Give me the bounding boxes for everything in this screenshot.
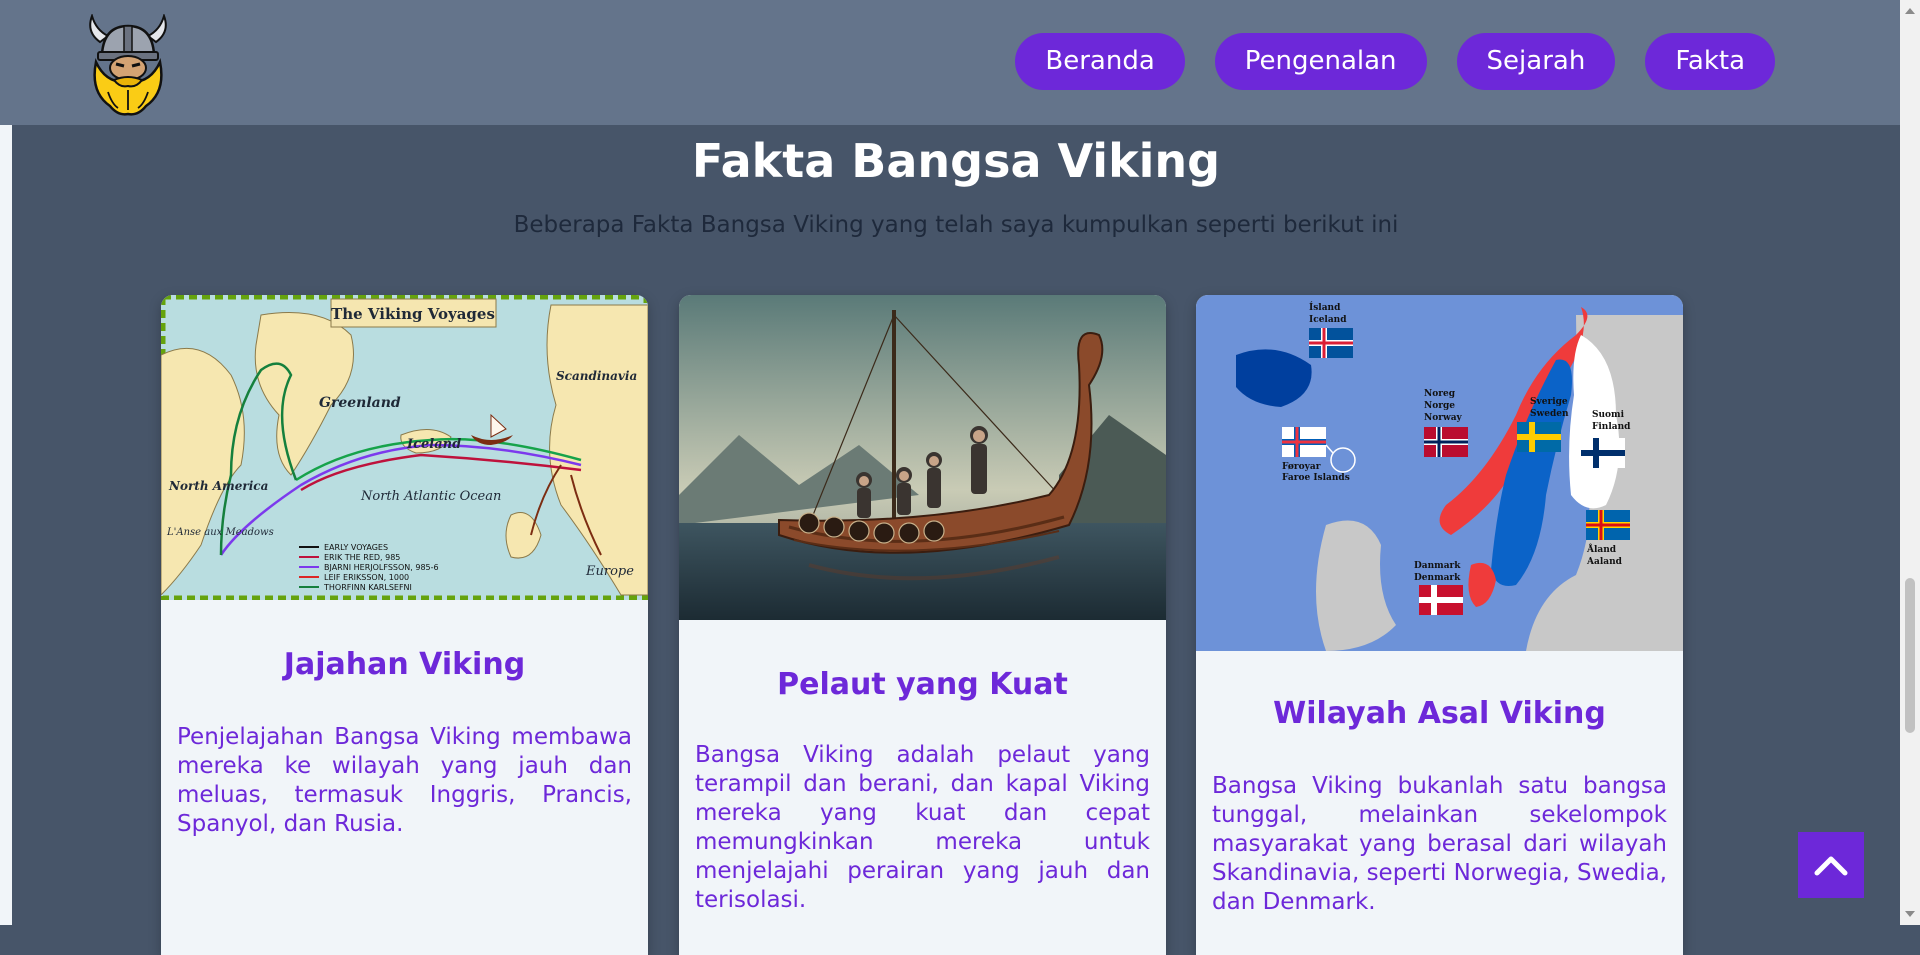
svg-text:North America: North America [168,479,268,493]
site-header: Beranda Pengenalan Sejarah Fakta [0,0,1900,125]
svg-text:Greenland: Greenland [319,395,401,411]
svg-text:Faroe Islands: Faroe Islands [1282,473,1350,483]
fact-card-pelaut: Pelaut yang Kuat Bangsa Viking adalah pe… [679,295,1166,955]
viking-ship-photo-image [679,295,1166,620]
svg-text:Ísland: Ísland [1309,301,1341,313]
main-nav: Beranda Pengenalan Sejarah Fakta [1015,33,1775,90]
fact-card-wilayah: Ísland Iceland Føroyar Faroe Islands Nor… [1196,295,1683,955]
card-description: Bangsa Viking adalah pelaut yang terampi… [695,742,1150,913]
nav-beranda-button[interactable]: Beranda [1015,33,1185,90]
svg-text:BJARNI HERJOLFSSON, 985-6: BJARNI HERJOLFSSON, 985-6 [324,563,439,572]
svg-text:EARLY VOYAGES: EARLY VOYAGES [324,543,388,552]
page-scrollbar[interactable] [1900,0,1920,925]
svg-text:Danmark: Danmark [1414,561,1461,571]
scandinavia-flags-map-image: Ísland Iceland Føroyar Faroe Islands Nor… [1196,295,1683,651]
svg-text:Føroyar: Føroyar [1282,462,1321,472]
svg-text:Norway: Norway [1424,413,1463,423]
svg-text:Suomi: Suomi [1592,410,1625,420]
nav-sejarah-button[interactable]: Sejarah [1456,33,1616,90]
svg-text:Iceland: Iceland [406,437,461,452]
fact-card-jajahan: The Viking Voyages Greenland Iceland Sca… [161,295,648,955]
flag-faroe-icon [1282,427,1326,457]
svg-text:North Atlantic Ocean: North Atlantic Ocean [360,489,501,504]
svg-text:Aaland: Aaland [1586,557,1623,567]
nav-fakta-button[interactable]: Fakta [1645,33,1775,90]
card-title: Wilayah Asal Viking [1273,696,1606,731]
scroll-down-arrow-icon[interactable] [1905,911,1915,917]
section-title: Fakta Bangsa Viking [691,134,1221,188]
svg-text:LEIF ERIKSSON, 1000: LEIF ERIKSSON, 1000 [324,573,409,582]
svg-text:Sverige: Sverige [1530,397,1568,407]
svg-text:Sweden: Sweden [1530,409,1569,419]
viking-logo[interactable] [78,12,178,118]
section-subtitle: Beberapa Fakta Bangsa Viking yang telah … [513,212,1399,238]
svg-text:L'Anse aux Meadows: L'Anse aux Meadows [166,527,274,538]
viking-voyages-map-image: The Viking Voyages Greenland Iceland Sca… [161,295,648,601]
flag-finland-icon [1581,438,1625,468]
svg-text:Iceland: Iceland [1309,315,1347,325]
map-title: The Viking Voyages [331,305,495,323]
card-description: Bangsa Viking bukanlah satu bangsa tungg… [1212,773,1667,915]
svg-text:Europe: Europe [585,564,634,579]
scrollbar-thumb[interactable] [1905,578,1915,733]
svg-text:Finland: Finland [1592,422,1631,432]
flag-sweden-icon [1517,422,1561,452]
card-description: Penjelajahan Bangsa Viking membawa merek… [177,724,632,837]
back-to-top-button[interactable] [1798,832,1864,898]
svg-text:Scandinavia: Scandinavia [556,369,637,383]
svg-text:Denmark: Denmark [1414,573,1461,583]
svg-text:ERIK THE RED, 985: ERIK THE RED, 985 [324,553,400,562]
svg-text:Noreg: Noreg [1424,389,1456,399]
svg-text:Norge: Norge [1424,401,1455,411]
chevron-up-icon [1814,856,1848,876]
map-label-north-america: North America [168,479,268,493]
flag-iceland-icon [1309,328,1353,358]
flag-norway-icon [1424,427,1468,457]
scroll-up-arrow-icon[interactable] [1905,8,1915,14]
flag-denmark-icon [1419,585,1463,615]
svg-text:THORFINN KARLSEFNI: THORFINN KARLSEFNI [323,583,412,592]
card-title: Jajahan Viking [283,647,526,682]
nav-pengenalan-button[interactable]: Pengenalan [1214,33,1427,90]
svg-text:Åland: Åland [1586,543,1617,555]
card-title: Pelaut yang Kuat [777,667,1068,702]
flag-aland-icon [1586,510,1630,540]
